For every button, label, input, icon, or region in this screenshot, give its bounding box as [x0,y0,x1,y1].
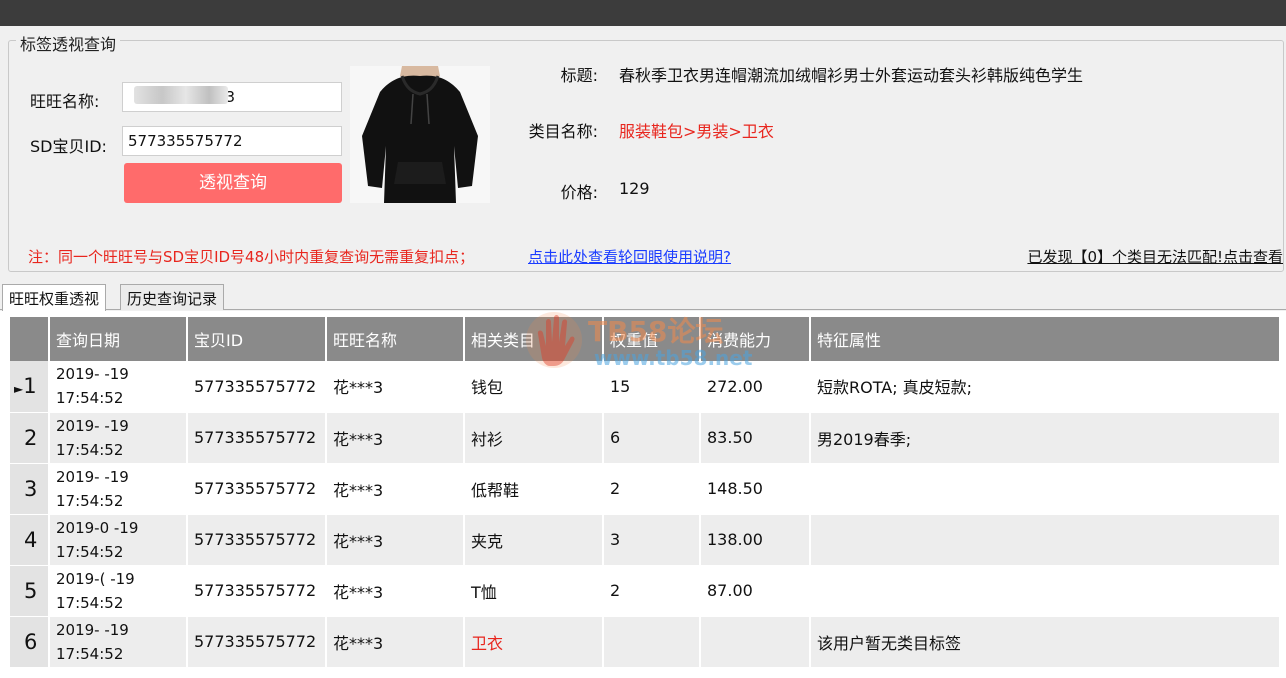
column-header-index [10,317,50,361]
date-cell: 2019- -19 17:54:52 [49,361,188,413]
sd-id-input[interactable] [122,126,342,156]
wangwang-cell: 花***3 [326,514,465,566]
weight-cell: 2 [603,565,701,617]
price-value: 129 [619,179,650,198]
spend-cell: 138.00 [700,514,811,566]
spend-cell: 87.00 [700,565,811,617]
sd-id-label: SD宝贝ID: [30,137,107,156]
category-cell: 衬衫 [464,412,604,464]
column-header[interactable]: 宝贝ID [187,317,327,361]
category-cell: 卫衣 [464,616,604,668]
table-row[interactable]: 3 2019- -19 17:54:52 577335575772 花***3 低… [10,463,1281,515]
row-index: 5 [10,565,50,617]
spend-cell: 272.00 [700,361,811,413]
weight-cell [603,616,701,668]
traits-cell: 该用户暂无类目标签 [810,616,1281,668]
category-cell: T恤 [464,565,604,617]
spend-cell: 148.50 [700,463,811,515]
spend-cell [700,616,811,668]
item-id-cell: 577335575772 [187,361,327,413]
date-cell: 2019- -19 17:54:52 [49,463,188,515]
result-table: 查询日期 宝贝ID 旺旺名称 相关类目 权重值 消费能力 特征属性 ►1 201… [10,317,1281,668]
row-pointer-icon: ► [14,382,24,397]
date-cell: 2019- -19 17:54:52 [49,412,188,464]
tab-history[interactable]: 历史查询记录 [120,284,225,310]
table-row[interactable]: 4 2019-0 -19 17:54:52 577335575772 花***3 … [10,514,1281,566]
date-cell: 2019-( -19 17:54:52 [49,565,188,617]
table-header: 查询日期 宝贝ID 旺旺名称 相关类目 权重值 消费能力 特征属性 [10,317,1281,361]
column-header[interactable]: 旺旺名称 [326,317,465,361]
traits-cell: 男2019春季; [810,412,1281,464]
category-cell: 低帮鞋 [464,463,604,515]
traits-cell [810,463,1281,515]
tab-wangwang-weight[interactable]: 旺旺权重透视 [2,284,107,311]
row-index: 4 [10,514,50,566]
weight-cell: 15 [603,361,701,413]
item-id-cell: 577335575772 [187,616,327,668]
wangwang-label: 旺旺名称: [30,92,100,111]
table-row[interactable]: 2 2019- -19 17:54:52 577335575772 花***3 衬… [10,412,1281,464]
row-index: 6 [10,616,50,668]
price-label: 价格: [560,183,598,202]
result-grid: 查询日期 宝贝ID 旺旺名称 相关类目 权重值 消费能力 特征属性 ►1 201… [0,311,1286,678]
panel-title: 标签透视查询 [16,31,121,55]
wangwang-cell: 花***3 [326,361,465,413]
unmatched-category-link[interactable]: 已发现【0】个类目无法匹配!点击查看 [1027,246,1283,267]
column-header[interactable]: 相关类目 [464,317,604,361]
column-header[interactable]: 权重值 [603,317,701,361]
table-row[interactable]: ►1 2019- -19 17:54:52 577335575772 花***3 … [10,361,1281,413]
category-cell: 夹克 [464,514,604,566]
black-hoodie-image [350,66,490,203]
column-header[interactable]: 消费能力 [700,317,811,361]
item-id-cell: 577335575772 [187,412,327,464]
item-id-cell: 577335575772 [187,565,327,617]
title-value: 春秋季卫衣男连帽潮流加绒帽衫男士外套运动套头衫韩版纯色学生 [619,66,1084,85]
weight-cell: 3 [603,514,701,566]
window-title-bar [0,0,1286,26]
wangwang-cell: 花***3 [326,463,465,515]
title-label: 标题: [560,66,598,85]
weight-cell: 2 [603,463,701,515]
weight-cell: 6 [603,412,701,464]
redacted-blur [134,86,228,104]
table-row[interactable]: 6 2019- -19 17:54:52 577335575772 花***3 卫… [10,616,1281,668]
wangwang-cell: 花***3 [326,616,465,668]
category-value: 服装鞋包>男装>卫衣 [619,122,774,141]
wangwang-cell: 花***3 [326,565,465,617]
category-label: 类目名称: [528,122,598,141]
duplicate-query-note: 注：同一个旺旺号与SD宝贝ID号48小时内重复查询无需重复扣点； [28,248,475,266]
column-header[interactable]: 查询日期 [49,317,188,361]
traits-cell [810,565,1281,617]
category-cell: 钱包 [464,361,604,413]
row-index: ►1 [10,361,50,413]
wangwang-cell: 花***3 [326,412,465,464]
column-header[interactable]: 特征属性 [810,317,1281,361]
table-row[interactable]: 5 2019-( -19 17:54:52 577335575772 花***3 … [10,565,1281,617]
traits-cell: 短款ROTA; 真皮短款; [810,361,1281,413]
spend-cell: 83.50 [700,412,811,464]
query-button[interactable]: 透视查询 [124,163,342,203]
row-index: 3 [10,463,50,515]
item-id-cell: 577335575772 [187,514,327,566]
date-cell: 2019-0 -19 17:54:52 [49,514,188,566]
tab-bar: 旺旺权重透视 历史查询记录 [0,284,1286,311]
help-link[interactable]: 点击此处查看轮回眼使用说明? [528,246,731,267]
traits-cell [810,514,1281,566]
item-id-cell: 577335575772 [187,463,327,515]
row-index: 2 [10,412,50,464]
date-cell: 2019- -19 17:54:52 [49,616,188,668]
